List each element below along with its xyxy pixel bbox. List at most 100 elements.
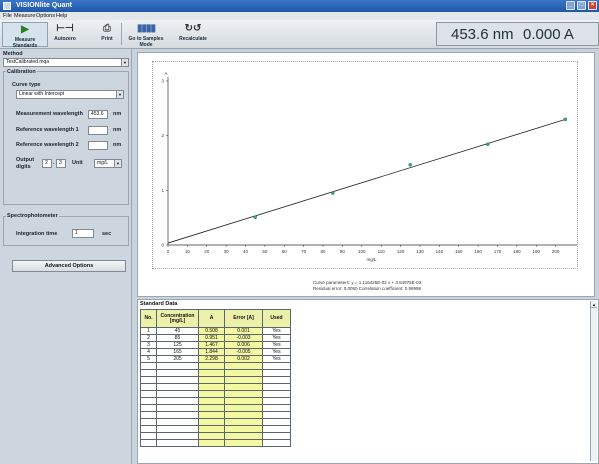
table-cell[interactable]: 0.002 xyxy=(224,355,263,363)
table-row[interactable]: 1 45 0.508 0.001 Yes xyxy=(140,327,291,335)
table-cell[interactable] xyxy=(198,362,225,370)
table-cell[interactable]: Yes xyxy=(262,341,291,349)
measurement-wavelength-field[interactable]: 453.6 xyxy=(88,110,108,119)
table-cell[interactable] xyxy=(224,362,263,370)
table-cell[interactable] xyxy=(156,411,199,419)
table-cell[interactable]: 0.001 xyxy=(224,327,263,335)
table-cell[interactable] xyxy=(198,418,225,426)
table-cell[interactable] xyxy=(198,404,225,412)
recalculate-button[interactable]: ↻↺ Recalculate xyxy=(172,22,214,47)
table-row[interactable] xyxy=(140,383,291,391)
table-cell[interactable] xyxy=(224,376,263,384)
table-cell[interactable] xyxy=(262,383,291,391)
table-cell[interactable] xyxy=(140,376,157,384)
table-cell[interactable] xyxy=(224,418,263,426)
print-button[interactable]: ⎙ Print xyxy=(96,22,118,47)
table-cell[interactable] xyxy=(262,397,291,405)
table-row[interactable] xyxy=(140,362,291,370)
table-cell[interactable] xyxy=(140,390,157,398)
table-cell[interactable] xyxy=(198,432,225,440)
table-row[interactable] xyxy=(140,411,291,419)
go-to-samples-button[interactable]: ▮▮▮▮ Go to Samples Mode xyxy=(124,22,168,48)
table-cell[interactable] xyxy=(140,425,157,433)
table-cell[interactable] xyxy=(156,397,199,405)
table-cell[interactable] xyxy=(156,439,199,447)
table-cell[interactable] xyxy=(198,369,225,377)
table-cell[interactable]: 165 xyxy=(156,348,199,356)
scroll-up-icon[interactable]: ▲ xyxy=(591,301,597,308)
table-cell[interactable] xyxy=(224,439,263,447)
table-cell[interactable] xyxy=(262,390,291,398)
table-row[interactable] xyxy=(140,376,291,384)
table-cell[interactable]: 125 xyxy=(156,341,199,349)
table-cell[interactable]: -0.005 xyxy=(224,348,263,356)
table-cell[interactable] xyxy=(198,411,225,419)
close-button[interactable]: × xyxy=(588,1,597,10)
digits-integer-field[interactable]: 2 xyxy=(42,159,52,168)
table-cell[interactable] xyxy=(262,404,291,412)
table-cell[interactable]: 2.298 xyxy=(198,355,225,363)
autozero-button[interactable]: ⊢⊣ Autozero xyxy=(50,22,80,47)
table-row[interactable]: 4 165 1.844 -0.005 Yes xyxy=(140,348,291,356)
reference-wavelength-2-field[interactable] xyxy=(88,141,108,150)
integration-time-field[interactable]: 1 xyxy=(72,229,94,238)
table-cell[interactable] xyxy=(140,439,157,447)
table-cell[interactable] xyxy=(224,383,263,391)
table-row[interactable]: 3 125 1.467 0.006 Yes xyxy=(140,341,291,349)
digits-decimal-field[interactable]: 3 xyxy=(56,159,66,168)
reference-wavelength-1-field[interactable] xyxy=(88,126,108,135)
table-row[interactable] xyxy=(140,432,291,440)
table-cell[interactable] xyxy=(198,397,225,405)
table-cell[interactable] xyxy=(224,404,263,412)
table-cell[interactable] xyxy=(224,425,263,433)
vertical-scrollbar[interactable]: ▲ xyxy=(590,301,597,461)
table-row[interactable] xyxy=(140,439,291,447)
table-row[interactable] xyxy=(140,390,291,398)
table-row[interactable] xyxy=(140,418,291,426)
measure-standards-button[interactable]: ▶ Measure Standards xyxy=(2,22,48,49)
table-cell[interactable] xyxy=(140,362,157,370)
table-cell[interactable] xyxy=(262,369,291,377)
table-cell[interactable]: Yes xyxy=(262,327,291,335)
table-cell[interactable] xyxy=(262,376,291,384)
table-row[interactable] xyxy=(140,369,291,377)
table-cell[interactable]: 4 xyxy=(140,348,157,356)
table-cell[interactable] xyxy=(224,432,263,440)
table-row[interactable] xyxy=(140,397,291,405)
advanced-options-button[interactable]: Advanced Options xyxy=(12,260,126,272)
table-cell[interactable] xyxy=(198,425,225,433)
table-cell[interactable]: Yes xyxy=(262,334,291,342)
table-cell[interactable] xyxy=(140,383,157,391)
table-row[interactable] xyxy=(140,404,291,412)
table-cell[interactable] xyxy=(156,390,199,398)
table-cell[interactable] xyxy=(140,411,157,419)
table-cell[interactable] xyxy=(262,425,291,433)
menu-help[interactable]: Help xyxy=(56,13,67,19)
table-cell[interactable] xyxy=(262,439,291,447)
table-cell[interactable] xyxy=(262,411,291,419)
table-cell[interactable] xyxy=(156,383,199,391)
table-cell[interactable] xyxy=(140,418,157,426)
table-cell[interactable]: 5 xyxy=(140,355,157,363)
table-cell[interactable] xyxy=(156,404,199,412)
table-cell[interactable] xyxy=(156,432,199,440)
table-cell[interactable] xyxy=(140,432,157,440)
table-cell[interactable] xyxy=(198,383,225,391)
table-cell[interactable]: 1 xyxy=(140,327,157,335)
table-cell[interactable]: 205 xyxy=(156,355,199,363)
table-cell[interactable] xyxy=(156,362,199,370)
table-cell[interactable] xyxy=(262,418,291,426)
table-cell[interactable] xyxy=(224,369,263,377)
table-cell[interactable] xyxy=(224,390,263,398)
table-cell[interactable]: 3 xyxy=(140,341,157,349)
table-row[interactable] xyxy=(140,425,291,433)
table-cell[interactable]: Yes xyxy=(262,348,291,356)
menu-measure[interactable]: Measure xyxy=(14,13,35,19)
table-row[interactable]: 2 85 0.951 -0.003 Yes xyxy=(140,334,291,342)
table-cell[interactable]: 0.508 xyxy=(198,327,225,335)
table-cell[interactable]: Yes xyxy=(262,355,291,363)
table-cell[interactable] xyxy=(140,397,157,405)
table-cell[interactable] xyxy=(156,418,199,426)
menu-options[interactable]: Options xyxy=(36,13,55,19)
table-cell[interactable] xyxy=(156,425,199,433)
